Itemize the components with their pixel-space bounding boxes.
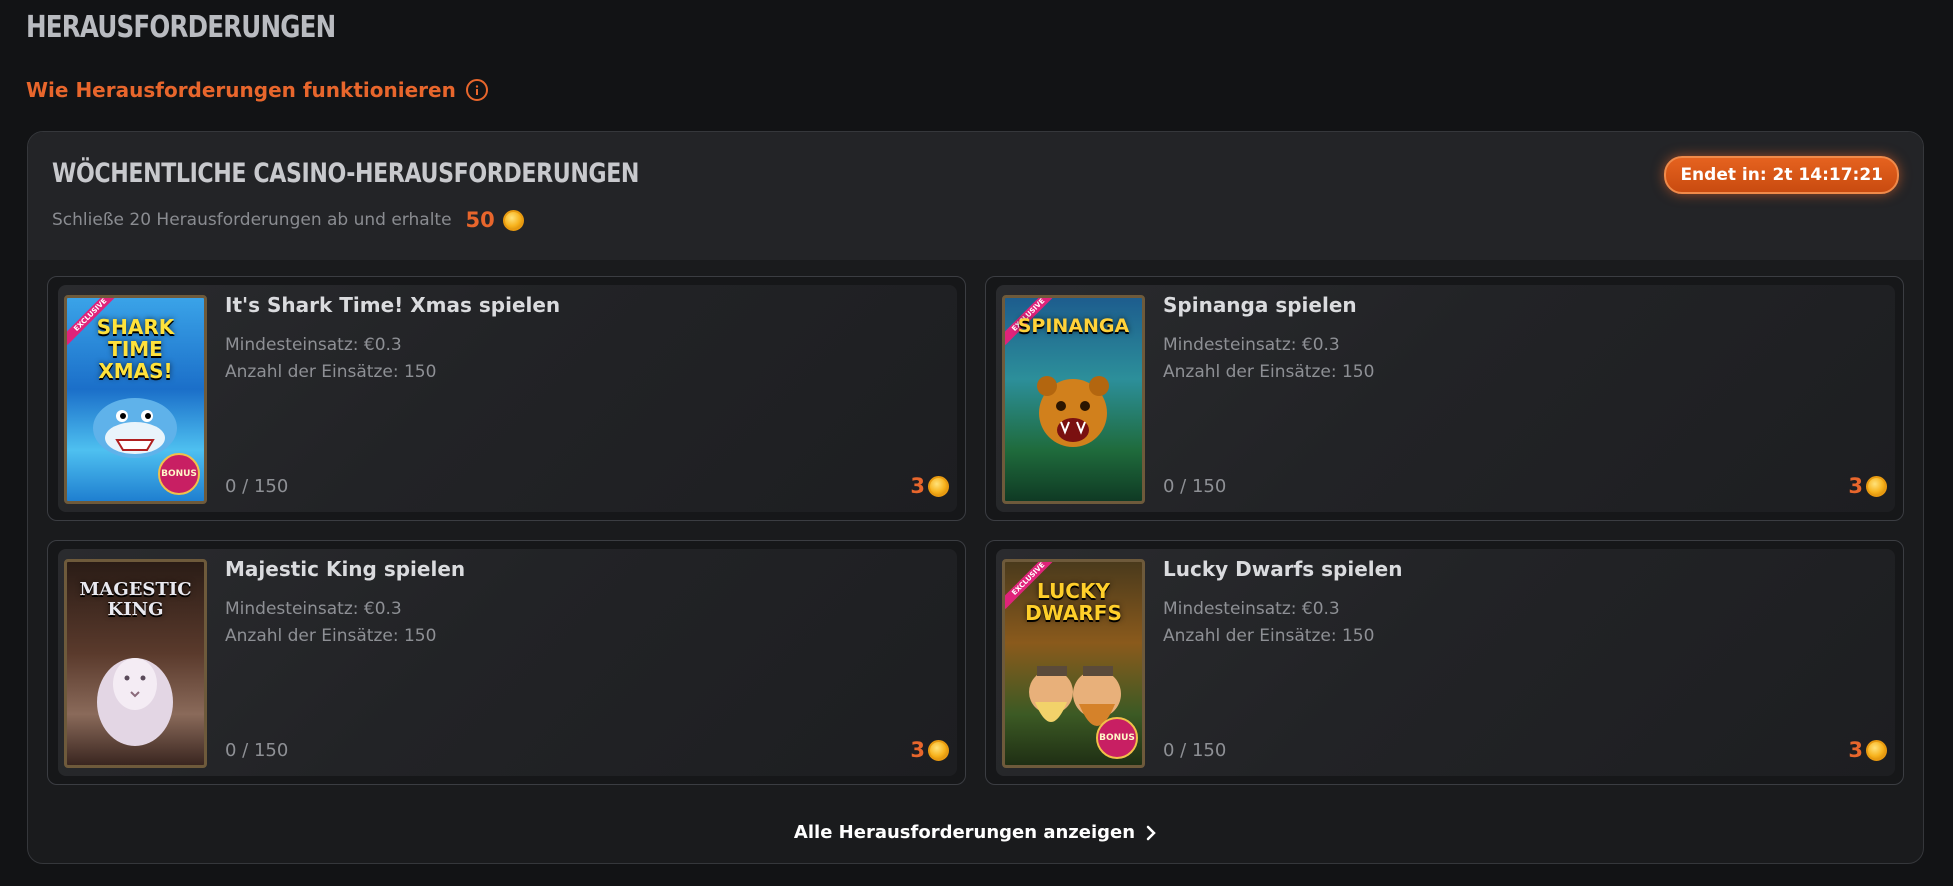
challenge-title[interactable]: It's Shark Time! Xmas spielen <box>225 293 560 317</box>
panel-subtitle: Schließe 20 Herausforderungen ab und erh… <box>52 208 524 232</box>
challenge-title[interactable]: Majestic King spielen <box>225 557 465 581</box>
min-bet: Mindesteinsatz: €0.3 <box>1163 599 1340 619</box>
reward-value: 3 <box>910 738 925 762</box>
panel-header: Wöchentliche Casino-Herausforderungen Sc… <box>28 132 1923 260</box>
challenge-reward: 3 <box>910 474 949 498</box>
reward-value: 3 <box>910 474 925 498</box>
view-all-label: Alle Herausforderungen anzeigen <box>793 822 1136 843</box>
challenge-progress: 0 / 150 <box>225 740 289 761</box>
lion-illustration <box>97 658 173 746</box>
game-thumbnail-majestic-king[interactable]: MAGESTIC KING <box>64 559 207 768</box>
info-icon <box>465 79 488 101</box>
how-challenges-work-label: Wie Herausforderungen funktionieren <box>26 78 456 102</box>
subtitle-text: Schließe 20 Herausforderungen ab und erh… <box>52 210 452 230</box>
min-bet: Mindesteinsatz: €0.3 <box>225 335 402 355</box>
bonus-badge: BONUS <box>1096 717 1138 759</box>
challenge-reward: 3 <box>910 738 949 762</box>
challenge-progress: 0 / 150 <box>225 476 289 497</box>
countdown-badge: Endet in: 2t 14:17:21 <box>1664 156 1899 194</box>
min-bet: Mindesteinsatz: €0.3 <box>1163 335 1340 355</box>
reward-value: 3 <box>1848 474 1863 498</box>
reward-value: 3 <box>1848 738 1863 762</box>
coin-icon <box>928 739 949 761</box>
weekly-challenges-panel: Wöchentliche Casino-Herausforderungen Sc… <box>27 131 1924 864</box>
challenge-title[interactable]: Spinanga spielen <box>1163 293 1357 317</box>
coin-icon <box>928 475 949 497</box>
bonus-badge: BONUS <box>158 453 200 495</box>
page-title: Herausforderungen <box>26 10 336 45</box>
bet-count: Anzahl der Einsätze: 150 <box>225 362 437 382</box>
min-bet: Mindesteinsatz: €0.3 <box>225 599 402 619</box>
challenge-card[interactable]: EXCLUSIVE SHARK TIME XMAS! BONUS It's Sh… <box>47 276 966 521</box>
coin-icon <box>502 209 524 231</box>
challenge-progress: 0 / 150 <box>1163 476 1227 497</box>
bear-illustration <box>1037 376 1109 447</box>
coin-icon <box>1866 739 1887 761</box>
challenge-title[interactable]: Lucky Dwarfs spielen <box>1163 557 1402 581</box>
coin-icon <box>1866 475 1887 497</box>
bet-count: Anzahl der Einsätze: 150 <box>225 626 437 646</box>
challenge-reward: 3 <box>1848 474 1887 498</box>
challenge-reward: 3 <box>1848 738 1887 762</box>
section-title: Wöchentliche Casino-Herausforderungen <box>52 158 640 189</box>
game-thumbnail-spinanga[interactable]: EXCLUSIVE SPINANGA <box>1002 295 1145 504</box>
total-reward-value: 50 <box>465 208 495 232</box>
game-thumbnail-shark-time[interactable]: EXCLUSIVE SHARK TIME XMAS! BONUS <box>64 295 207 504</box>
view-all-challenges-link[interactable]: Alle Herausforderungen anzeigen <box>28 822 1923 843</box>
challenge-card[interactable]: EXCLUSIVE LUCKY DWARFS BONUS Lucky Dwarf… <box>985 540 1904 785</box>
chevron-right-icon <box>1146 825 1156 840</box>
game-thumbnail-lucky-dwarfs[interactable]: EXCLUSIVE LUCKY DWARFS BONUS <box>1002 559 1145 768</box>
how-challenges-work-link[interactable]: Wie Herausforderungen funktionieren <box>26 78 488 102</box>
challenge-card[interactable]: MAGESTIC KING Majestic King spielen Mind… <box>47 540 966 785</box>
bet-count: Anzahl der Einsätze: 150 <box>1163 626 1375 646</box>
bet-count: Anzahl der Einsätze: 150 <box>1163 362 1375 382</box>
challenge-card[interactable]: EXCLUSIVE SPINANGA Spinanga spielen Mind… <box>985 276 1904 521</box>
challenge-progress: 0 / 150 <box>1163 740 1227 761</box>
